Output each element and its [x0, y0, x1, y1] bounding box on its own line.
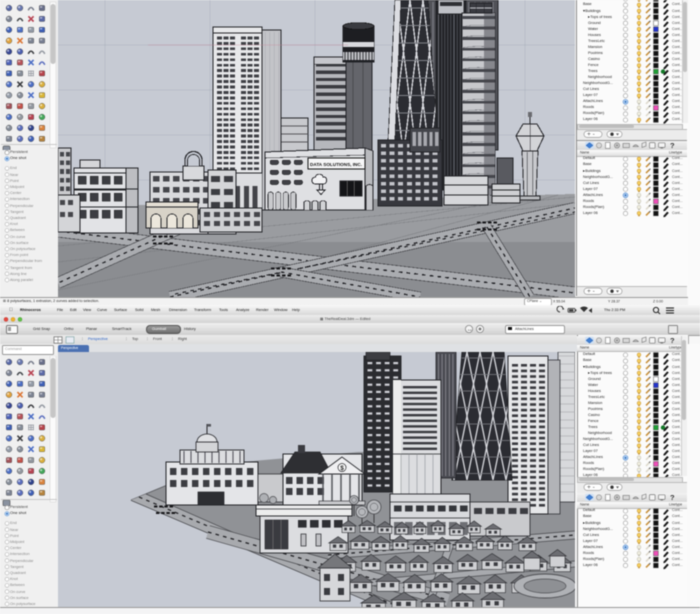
svg-text:+ -: + -	[587, 484, 595, 491]
svg-text:+ -: + -	[587, 288, 595, 295]
svg-text:↔: ↔	[467, 327, 473, 333]
svg-text:?: ?	[670, 493, 675, 502]
svg-text:?: ?	[670, 141, 675, 150]
svg-text:$: $	[340, 465, 344, 472]
svg-text:?: ?	[670, 336, 675, 345]
svg-text:DATA SOLUTIONS, INC.: DATA SOLUTIONS, INC.	[310, 162, 362, 167]
svg-text:+ -: + -	[587, 131, 595, 138]
